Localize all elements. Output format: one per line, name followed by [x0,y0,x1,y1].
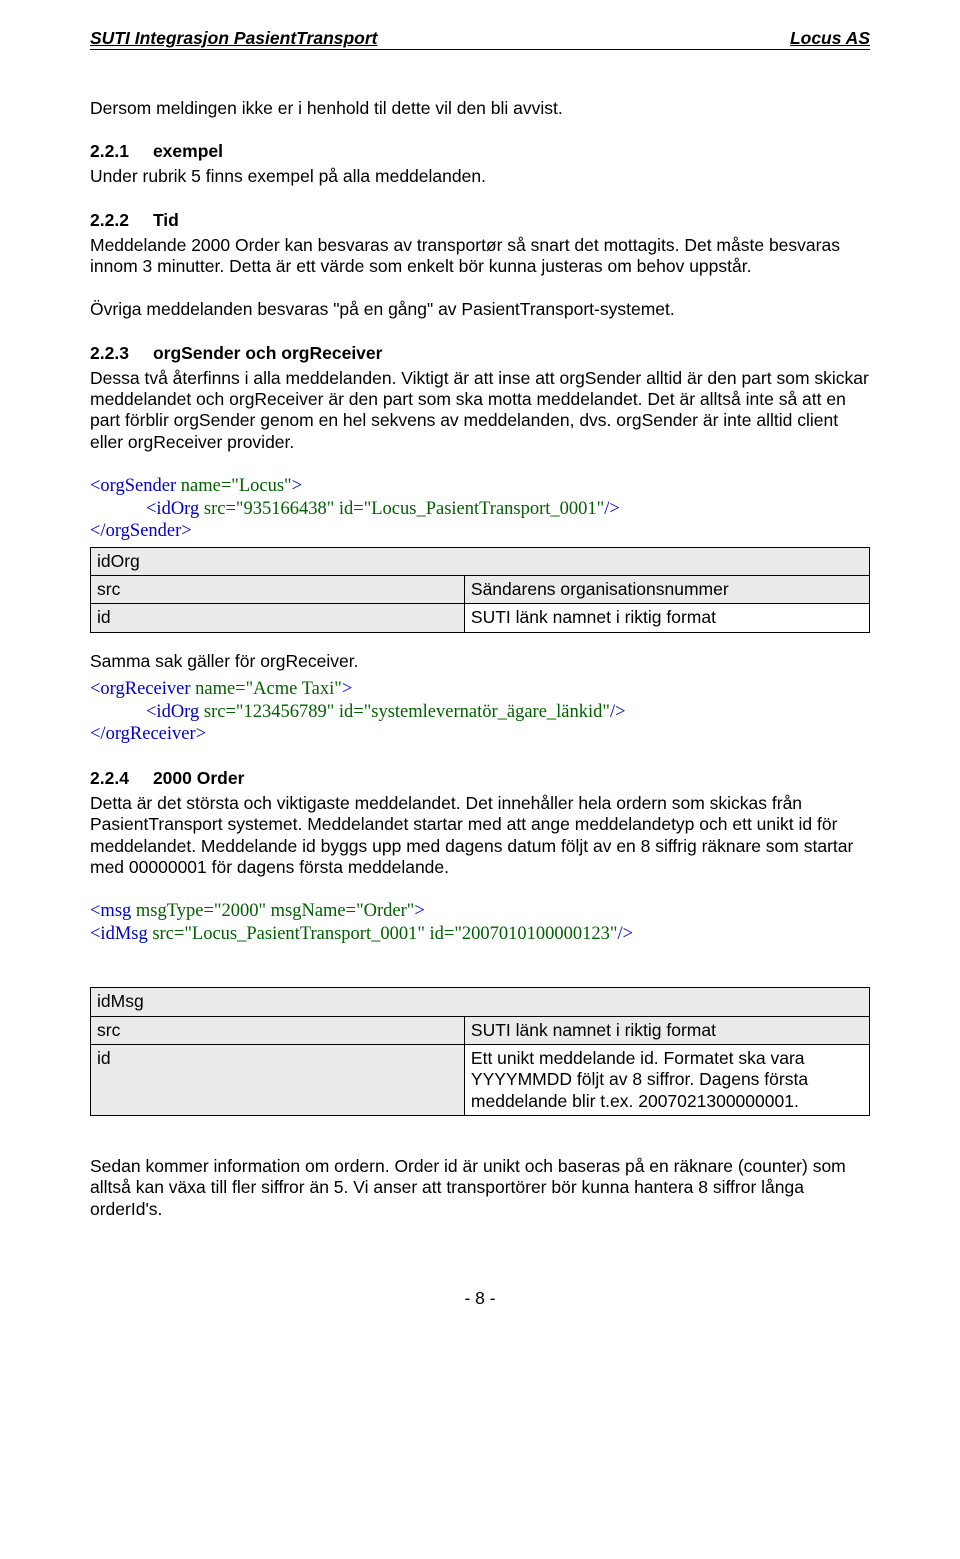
xml-attr: name="Acme Taxi" [195,679,342,699]
xml-tag: /> [617,924,633,944]
xml-attr: /> [610,702,626,722]
section-number: 2.2.1 [90,141,129,162]
page-number: - 8 - [90,1288,870,1309]
xml-tag: <idMsg [90,924,152,944]
section-title: exempel [153,141,223,161]
section-title: Tid [153,210,179,230]
table-cell: id [91,1045,465,1116]
table-row: src Sändarens organisationsnummer [91,576,870,604]
table-row: src SUTI länk namnet i riktig format [91,1016,870,1044]
xml-tag: > [414,901,424,921]
xml-tag: <orgReceiver [90,679,195,699]
xml-tag: </orgReceiver> [90,724,206,744]
table-cell: Ett unikt meddelande id. Formatet ska va… [464,1045,869,1116]
document-page: SUTI Integrasjon PasientTransport Locus … [0,0,960,1559]
table-cell: SUTI länk namnet i riktig format [464,604,869,632]
xml-attr: msgType="2000" msgName="Order" [136,901,414,921]
header-right: Locus AS [790,28,870,49]
section-222-body2: Övriga meddelanden besvaras "på en gång"… [90,299,870,320]
section-223-body: Dessa två återfinns i alla meddelanden. … [90,368,870,453]
xml-tag: > [292,476,302,496]
sedan-text: Sedan kommer information om ordern. Orde… [90,1156,870,1220]
section-221-heading: 2.2.1 exempel [90,141,870,162]
code-block-msg: <msg msgType="2000" msgName="Order"> <id… [90,900,870,945]
xml-attr: src="Locus_PasientTransport_0001" id="20… [152,924,617,944]
xml-attr: src="123456789" id="systemlevernatör_äga… [204,702,610,722]
table-cell: src [91,576,465,604]
table-cell: id [91,604,465,632]
xml-tag: > [342,679,352,699]
xml-tag: <idOrg [146,702,204,722]
code-block-orgsender: <orgSender name="Locus"> <idOrg src="935… [90,475,870,543]
section-221-body: Under rubrik 5 finns exempel på alla med… [90,166,870,187]
xml-tag: <orgSender [90,476,181,496]
xml-tag: <msg [90,901,136,921]
intro-text: Dersom meldingen ikke er i henhold til d… [90,98,870,119]
section-224-body: Detta är det största och viktigaste medd… [90,793,870,878]
table-row: id SUTI länk namnet i riktig format [91,604,870,632]
section-222-heading: 2.2.2 Tid [90,210,870,231]
section-number: 2.2.3 [90,343,129,364]
table-cell: src [91,1016,465,1044]
section-224-heading: 2.2.4 2000 Order [90,768,870,789]
header-left: SUTI Integrasjon PasientTransport [90,28,378,49]
section-number: 2.2.4 [90,768,129,789]
table-cell: Sändarens organisationsnummer [464,576,869,604]
spacer [90,945,870,983]
section-title: orgSender och orgReceiver [153,343,383,363]
section-title: 2000 Order [153,768,244,788]
samma-text: Samma sak gäller för orgReceiver. [90,651,870,672]
section-number: 2.2.2 [90,210,129,231]
xml-attr: name="Locus" [181,476,292,496]
xml-tag: </orgSender> [90,521,192,541]
table-cell: idOrg [91,547,870,575]
code-block-orgreceiver: <orgReceiver name="Acme Taxi"> <idOrg sr… [90,678,870,746]
table-row: idMsg [91,988,870,1016]
table-cell: SUTI länk namnet i riktig format [464,1016,869,1044]
section-222-body1: Meddelande 2000 Order kan besvaras av tr… [90,235,870,278]
xml-attr: src="935166438" id="Locus_PasientTranspo… [204,499,604,519]
table-row: idOrg [91,547,870,575]
xml-tag: <idOrg [146,499,204,519]
page-header: SUTI Integrasjon PasientTransport Locus … [90,28,870,50]
xml-tag: /> [604,499,620,519]
table-row: id Ett unikt meddelande id. Formatet ska… [91,1045,870,1116]
table-idorg: idOrg src Sändarens organisationsnummer … [90,547,870,633]
table-cell: idMsg [91,988,870,1016]
table-idmsg: idMsg src SUTI länk namnet i riktig form… [90,987,870,1116]
section-223-heading: 2.2.3 orgSender och orgReceiver [90,343,870,364]
